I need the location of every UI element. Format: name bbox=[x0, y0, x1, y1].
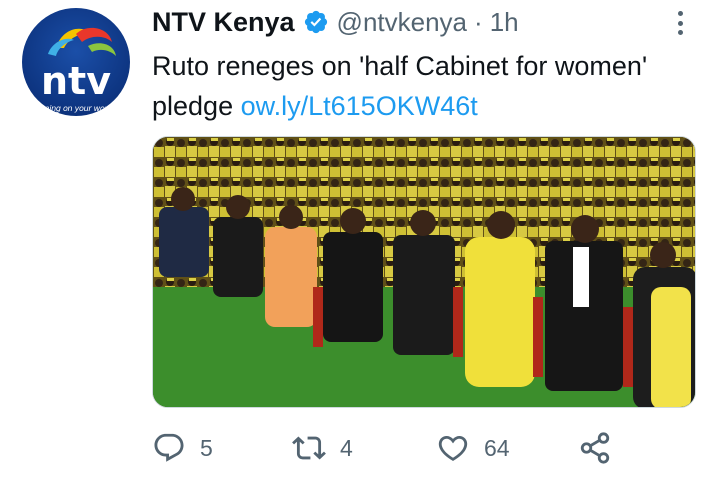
like-button[interactable]: 64 bbox=[436, 426, 510, 470]
more-vertical-icon bbox=[677, 11, 683, 16]
avatar[interactable]: ntv turning on your world bbox=[22, 8, 130, 116]
tweet-header: NTV Kenya @ntvkenya · 1h bbox=[152, 4, 519, 40]
svg-text:ntv: ntv bbox=[41, 59, 111, 103]
retweet-count: 4 bbox=[340, 434, 353, 461]
user-handle[interactable]: @ntvkenya bbox=[337, 7, 467, 38]
tweet-text: Ruto reneges on 'half Cabinet for women'… bbox=[152, 46, 697, 126]
tweet-actions: 5 4 64 bbox=[152, 426, 697, 470]
audience-photo bbox=[153, 137, 695, 407]
heart-icon bbox=[438, 435, 468, 461]
like-count: 64 bbox=[484, 434, 510, 461]
reply-count: 5 bbox=[200, 434, 213, 461]
reply-button[interactable]: 5 bbox=[152, 426, 213, 470]
retweet-icon bbox=[292, 436, 326, 460]
avatar-tagline: turning on your world bbox=[33, 104, 115, 113]
timestamp[interactable]: 1h bbox=[490, 7, 519, 38]
reply-icon bbox=[154, 433, 184, 462]
tweet-link[interactable]: ow.ly/Lt615OKW46t bbox=[241, 91, 478, 121]
verified-badge-icon bbox=[304, 10, 327, 34]
share-icon bbox=[580, 432, 610, 464]
share-button[interactable] bbox=[578, 426, 612, 470]
display-name[interactable]: NTV Kenya bbox=[152, 7, 295, 38]
retweet-button[interactable]: 4 bbox=[292, 426, 353, 470]
separator-dot: · bbox=[474, 6, 483, 37]
more-options-button[interactable] bbox=[670, 8, 690, 38]
ntv-logo-icon: ntv bbox=[41, 27, 116, 103]
tweet-media-photo[interactable] bbox=[152, 136, 696, 408]
